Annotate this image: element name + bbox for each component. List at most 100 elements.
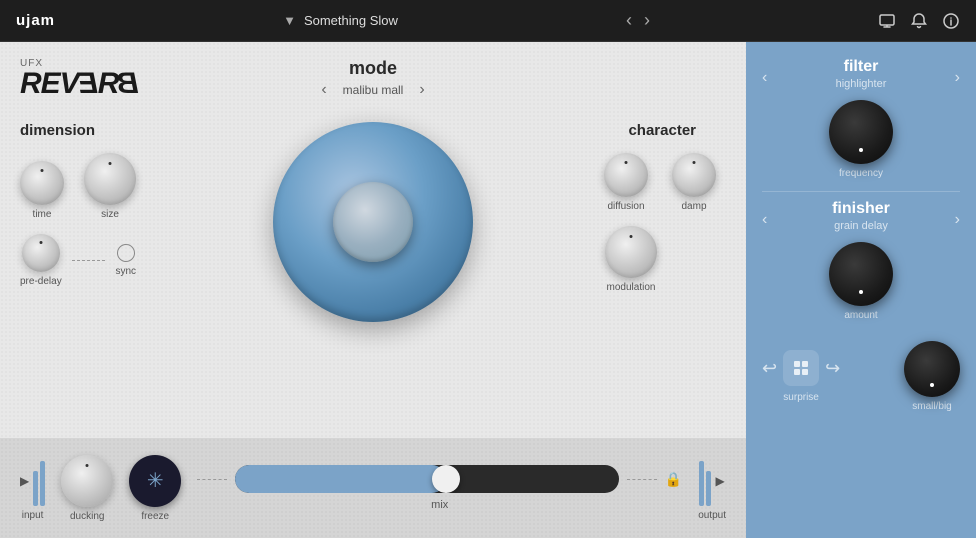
time-label: time	[33, 209, 52, 220]
vu-bar-out-1	[699, 461, 704, 506]
character-label: character	[546, 122, 726, 139]
small-big-knob[interactable]	[904, 341, 960, 397]
pre-delay-knob[interactable]	[22, 234, 60, 272]
mode-next-button[interactable]: ›	[419, 81, 424, 99]
finisher-title-group: finisher grain delay	[832, 200, 890, 240]
mix-dashed-right	[627, 479, 657, 480]
big-knob-inner	[333, 182, 413, 262]
surprise-label: surprise	[783, 392, 819, 403]
small-big-label: small/big	[912, 401, 951, 412]
input-play-icon: ▶	[20, 474, 29, 488]
topbar: ujam ▼ Something Slow ‹ ›	[0, 0, 976, 42]
character-knobs-row: diffusion damp	[546, 153, 726, 212]
freeze-button[interactable]: ✳	[129, 455, 181, 507]
brand-logo: ujam	[16, 12, 55, 29]
output-vu: ▶	[699, 456, 724, 506]
vu-bar-out-2	[706, 471, 711, 506]
mode-nav: ‹ malibu mall ›	[321, 81, 424, 99]
mix-slider-container: 🔒	[197, 465, 682, 493]
filter-section: ‹ filter highlighter › frequency	[762, 58, 960, 179]
dashed-connector	[72, 260, 106, 261]
filter-sub: highlighter	[836, 78, 887, 90]
topbar-center: ▼ Something Slow	[283, 13, 398, 28]
mode-value: malibu mall	[343, 83, 404, 97]
dimension-knobs-row: time size	[20, 153, 136, 220]
mode-prev-button[interactable]: ‹	[321, 81, 326, 99]
output-section: ▶ output	[698, 456, 726, 521]
amount-label: amount	[762, 310, 960, 321]
modulation-knob[interactable]	[605, 226, 657, 278]
filter-prev-button[interactable]: ‹	[762, 69, 767, 87]
diffusion-knob[interactable]	[604, 153, 648, 197]
finisher-amount-knob[interactable]	[829, 242, 893, 306]
sync-label: sync	[115, 266, 136, 277]
output-label: output	[698, 510, 726, 521]
small-big-group: small/big	[904, 341, 960, 412]
finisher-section: ‹ finisher grain delay › amount	[762, 200, 960, 321]
mix-slider[interactable]	[235, 465, 619, 493]
surprise-button[interactable]	[783, 350, 819, 386]
input-vu: ▶	[20, 456, 45, 506]
damp-label: damp	[681, 201, 706, 212]
freeze-icon: ✳	[147, 468, 164, 493]
vu-bar-1	[33, 471, 38, 506]
size-knob[interactable]	[84, 153, 136, 205]
finisher-prev-button[interactable]: ‹	[762, 211, 767, 229]
finisher-sub: grain delay	[832, 220, 890, 232]
bottom-strip: ▶ input ducking ✳ freeze	[0, 438, 746, 538]
size-label: size	[101, 209, 119, 220]
character-section: character diffusion damp modulation	[546, 122, 726, 293]
main-layout: UFX REVERB mode ‹ malibu mall › dimensio…	[0, 42, 976, 538]
input-section: ▶ input	[20, 456, 45, 521]
nav-prev-icon[interactable]: ‹	[626, 10, 632, 31]
topbar-right	[878, 12, 960, 30]
undo-button[interactable]: ↩	[762, 358, 777, 379]
pre-delay-knob-group: pre-delay	[20, 234, 62, 287]
diffusion-label: diffusion	[607, 201, 644, 212]
screen-icon[interactable]	[878, 12, 896, 30]
surprise-icons: ↩ ↪	[762, 350, 840, 386]
big-knob-outer[interactable]	[273, 122, 473, 322]
preset-dropdown-icon[interactable]: ▼	[283, 13, 296, 28]
reverb-main-knob[interactable]	[273, 122, 473, 322]
time-knob[interactable]	[20, 161, 64, 205]
right-panel: ‹ filter highlighter › frequency ‹ finis…	[746, 42, 976, 538]
nav-next-icon[interactable]: ›	[644, 10, 650, 31]
filter-title: filter	[836, 58, 887, 76]
dimension-section: dimension time size pre-delay	[20, 122, 136, 287]
mix-label: mix	[431, 499, 448, 511]
preset-name: Something Slow	[304, 13, 398, 28]
damp-knob-group: damp	[672, 153, 716, 212]
time-knob-group: time	[20, 161, 64, 220]
output-play-icon: ▶	[715, 474, 724, 488]
vu-bar-2	[40, 461, 45, 506]
filter-header: ‹ filter highlighter ›	[762, 58, 960, 98]
logo-area: UFX REVERB	[20, 58, 139, 99]
filter-frequency-knob[interactable]	[829, 100, 893, 164]
pre-delay-row: pre-delay sync	[20, 234, 136, 287]
dimension-label: dimension	[20, 122, 136, 139]
modulation-label: modulation	[607, 282, 656, 293]
input-label: input	[22, 510, 44, 521]
filter-next-button[interactable]: ›	[955, 69, 960, 87]
sync-button[interactable]	[117, 244, 135, 262]
pre-delay-label: pre-delay	[20, 276, 62, 287]
info-icon[interactable]	[942, 12, 960, 30]
filter-title-group: filter highlighter	[836, 58, 887, 98]
modulation-group: modulation	[605, 226, 657, 293]
topbar-left: ujam	[16, 12, 55, 29]
ducking-group: ducking	[61, 455, 113, 522]
lock-icon[interactable]: 🔒	[665, 471, 682, 488]
bell-icon[interactable]	[910, 12, 928, 30]
panel-separator	[762, 191, 960, 192]
redo-button[interactable]: ↪	[825, 358, 840, 379]
input-vu-bars	[33, 456, 45, 506]
freeze-group: ✳ freeze	[129, 455, 181, 522]
bottom-right-controls: ↩ ↪ surprise small/big	[762, 333, 960, 412]
mix-slider-fill	[235, 465, 446, 493]
finisher-next-button[interactable]: ›	[955, 211, 960, 229]
ducking-knob[interactable]	[61, 455, 113, 507]
diffusion-knob-group: diffusion	[604, 153, 648, 212]
mix-section: 🔒 mix	[197, 465, 682, 511]
damp-knob[interactable]	[672, 153, 716, 197]
